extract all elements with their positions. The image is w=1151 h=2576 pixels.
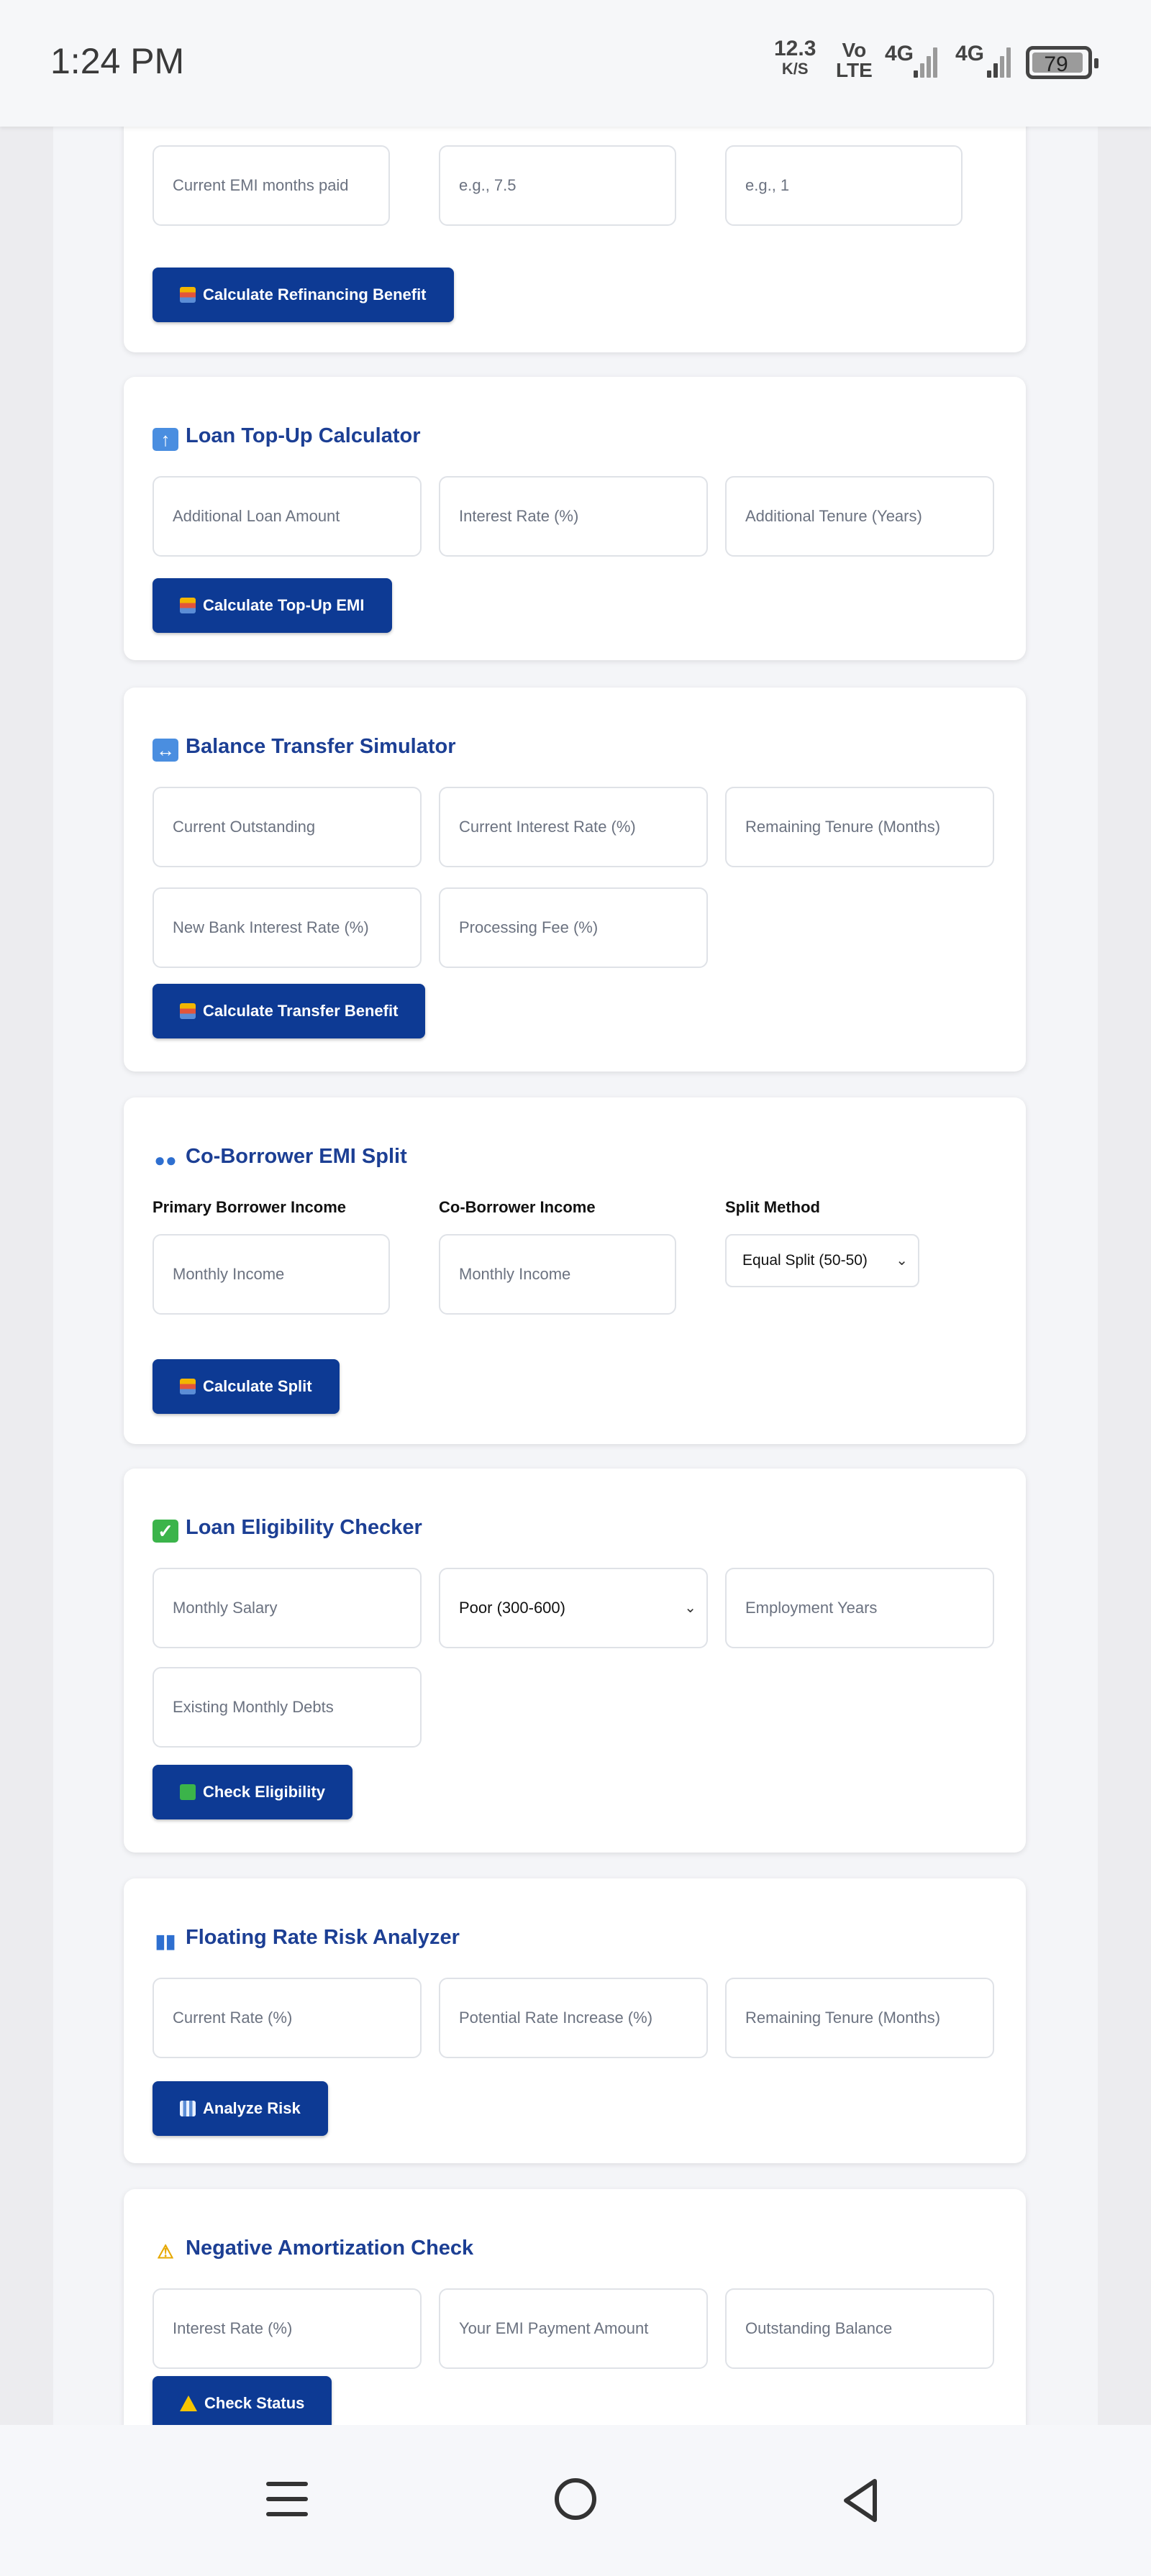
card-title: ●● Co-Borrower EMI Split xyxy=(153,1145,407,1171)
title-text: Floating Rate Risk Analyzer xyxy=(186,1926,460,1949)
processing-fee-input[interactable]: e.g., 1 xyxy=(725,145,963,226)
split-method-label: Split Method xyxy=(725,1198,820,1216)
signal-icon-2 xyxy=(987,45,1013,78)
calculate-topup-button[interactable]: Calculate Top-Up EMI xyxy=(153,578,392,633)
button-label: Calculate Transfer Benefit xyxy=(203,1002,399,1020)
employment-years-input[interactable]: Employment Years xyxy=(725,1568,994,1648)
interest-rate-input[interactable]: Interest Rate (%) xyxy=(439,476,708,557)
credit-score-select[interactable]: Poor (300-600) ⌄ xyxy=(439,1568,708,1648)
card-title: ▮▮ Floating Rate Risk Analyzer xyxy=(153,1926,460,1952)
new-rate-input[interactable]: e.g., 7.5 xyxy=(439,145,676,226)
card-title: ⚠ Negative Amortization Check xyxy=(153,2237,473,2263)
calculator-icon xyxy=(180,1379,196,1394)
button-label: Calculate Split xyxy=(203,1377,312,1395)
additional-tenure-input[interactable]: Additional Tenure (Years) xyxy=(725,476,994,557)
button-label: Analyze Risk xyxy=(203,2099,301,2117)
calculate-split-button[interactable]: Calculate Split xyxy=(153,1359,340,1414)
button-label: Check Eligibility xyxy=(203,1783,325,1801)
remaining-tenure-input[interactable]: Remaining Tenure (Months) xyxy=(725,787,994,867)
coborrower-income-input[interactable]: Monthly Income xyxy=(439,1234,676,1315)
interest-rate-input[interactable]: Interest Rate (%) xyxy=(153,2288,422,2369)
button-label: Check Status xyxy=(204,2394,305,2412)
emi-payment-input[interactable]: Your EMI Payment Amount xyxy=(439,2288,708,2369)
speed-value: 12.3 xyxy=(774,37,816,60)
outstanding-balance-input[interactable]: Outstanding Balance xyxy=(725,2288,994,2369)
volte-top: Vo xyxy=(842,39,867,61)
amortization-card: ⚠ Negative Amortization Check Interest Ra… xyxy=(124,2189,1026,2425)
split-method-value: Equal Split (50-50) xyxy=(742,1252,868,1269)
current-interest-input[interactable]: Current Interest Rate (%) xyxy=(439,787,708,867)
up-arrow-icon: ↑ xyxy=(153,428,178,451)
current-outstanding-input[interactable]: Current Outstanding xyxy=(153,787,422,867)
floating-rate-card: ▮▮ Floating Rate Risk Analyzer Current Ra… xyxy=(124,1878,1026,2163)
recent-apps-icon[interactable] xyxy=(266,2479,308,2519)
existing-debts-input[interactable]: Existing Monthly Debts xyxy=(153,1667,422,1748)
signal-icon xyxy=(914,45,940,78)
warning-icon: ⚠ xyxy=(157,2241,174,2262)
back-icon[interactable] xyxy=(839,2477,882,2524)
battery-level: 79 xyxy=(1044,52,1068,76)
button-label: Calculate Top-Up EMI xyxy=(203,596,365,614)
card-title: ↑ Loan Top-Up Calculator xyxy=(153,424,421,451)
split-method-select[interactable]: Equal Split (50-50) ⌄ xyxy=(725,1234,919,1287)
title-text: Balance Transfer Simulator xyxy=(186,735,456,758)
additional-loan-input[interactable]: Additional Loan Amount xyxy=(153,476,422,557)
network-type-1: 4G xyxy=(885,42,914,65)
analyze-risk-button[interactable]: Analyze Risk xyxy=(153,2081,328,2136)
remaining-tenure-input[interactable]: Remaining Tenure (Months) xyxy=(725,1978,994,2058)
new-bank-rate-input[interactable]: New Bank Interest Rate (%) xyxy=(153,887,422,968)
button-label: Calculate Refinancing Benefit xyxy=(203,286,427,303)
chevron-down-icon: ⌄ xyxy=(684,1600,696,1616)
battery-icon: 79 xyxy=(1026,46,1098,79)
transfer-arrows-icon: ↔ xyxy=(153,739,178,762)
warning-icon xyxy=(180,2395,197,2411)
volte-indicator: Vo LTE xyxy=(836,40,873,81)
credit-score-value: Poor (300-600) xyxy=(459,1599,565,1617)
rate-increase-input[interactable]: Potential Rate Increase (%) xyxy=(439,1978,708,2058)
primary-income-label: Primary Borrower Income xyxy=(153,1198,346,1216)
calculator-icon xyxy=(180,598,196,613)
transfer-card: ↔ Balance Transfer Simulator Current Outs… xyxy=(124,688,1026,1072)
page-content[interactable]: Current EMI months paid e.g., 7.5 e.g., … xyxy=(53,127,1098,2425)
calculate-refinancing-button[interactable]: Calculate Refinancing Benefit xyxy=(153,268,454,322)
primary-income-input[interactable]: Monthly Income xyxy=(153,1234,390,1315)
title-text: Co-Borrower EMI Split xyxy=(186,1145,407,1168)
title-text: Negative Amortization Check xyxy=(186,2237,474,2260)
title-text: Loan Eligibility Checker xyxy=(186,1516,422,1539)
volte-bottom: LTE xyxy=(836,59,873,81)
network-type-2: 4G xyxy=(955,42,985,65)
navigation-bar xyxy=(0,2425,1151,2576)
refinance-card: Current EMI months paid e.g., 7.5 e.g., … xyxy=(124,127,1026,352)
check-icon xyxy=(180,1784,196,1800)
processing-fee-input[interactable]: Processing Fee (%) xyxy=(439,887,708,968)
home-icon[interactable] xyxy=(555,2478,596,2520)
chart-icon: ▮▮ xyxy=(155,1930,176,1952)
coborrower-income-label: Co-Borrower Income xyxy=(439,1198,596,1216)
title-text: Loan Top-Up Calculator xyxy=(186,424,421,447)
speed-unit: K/S xyxy=(781,60,809,78)
network-speed: 12.3 K/S xyxy=(774,37,816,79)
chevron-down-icon: ⌄ xyxy=(896,1253,908,1269)
current-rate-input[interactable]: Current Rate (%) xyxy=(153,1978,422,2058)
check-status-button[interactable]: Check Status xyxy=(153,2376,332,2425)
emi-months-paid-input[interactable]: Current EMI months paid xyxy=(153,145,390,226)
calculator-icon xyxy=(180,1003,196,1019)
topup-card: ↑ Loan Top-Up Calculator Additional Loan … xyxy=(124,377,1026,660)
monthly-salary-input[interactable]: Monthly Salary xyxy=(153,1568,422,1648)
coborrower-card: ●● Co-Borrower EMI Split Primary Borrower… xyxy=(124,1097,1026,1444)
chart-icon xyxy=(180,2101,196,2116)
calculate-transfer-button[interactable]: Calculate Transfer Benefit xyxy=(153,984,426,1038)
check-icon: ✓ xyxy=(153,1520,178,1543)
calculator-icon xyxy=(180,287,196,303)
status-bar: 1:24 PM 12.3 K/S Vo LTE 4G 4G 79 xyxy=(0,0,1151,127)
card-title: ✓ Loan Eligibility Checker xyxy=(153,1516,422,1543)
eligibility-card: ✓ Loan Eligibility Checker Monthly Salary… xyxy=(124,1469,1026,1853)
card-title: ↔ Balance Transfer Simulator xyxy=(153,735,456,762)
status-time: 1:24 PM xyxy=(50,41,185,81)
check-eligibility-button[interactable]: Check Eligibility xyxy=(153,1765,352,1819)
people-icon: ●● xyxy=(154,1149,177,1171)
